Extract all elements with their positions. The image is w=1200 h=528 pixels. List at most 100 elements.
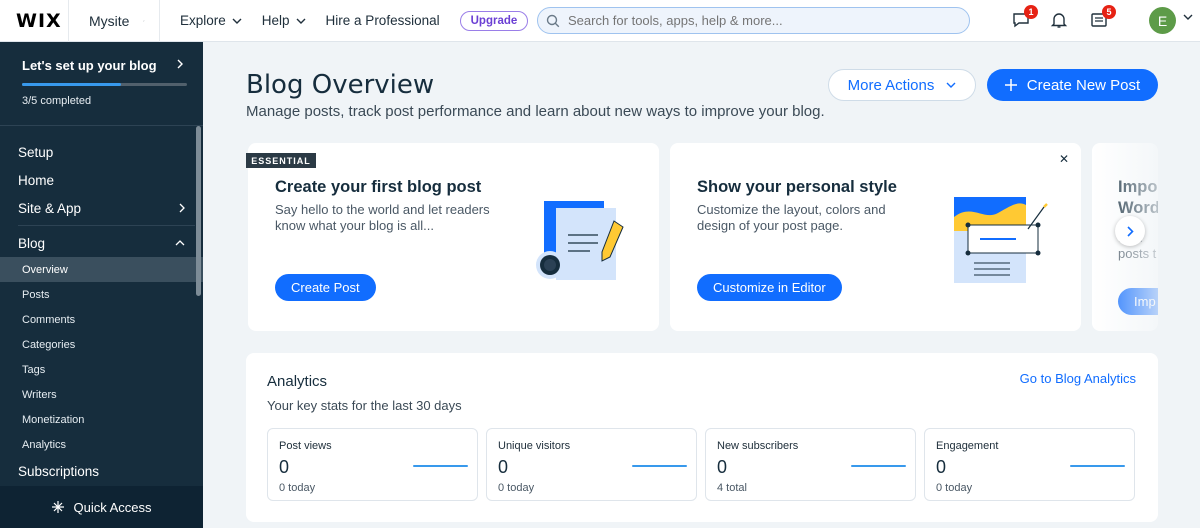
chevron-up-icon bbox=[175, 240, 185, 246]
card-text: Customize the layout, colors and design … bbox=[697, 202, 886, 233]
chevron-down-icon[interactable] bbox=[1183, 14, 1193, 20]
sidebar-item-blog[interactable]: Blog bbox=[0, 229, 203, 257]
help-menu[interactable]: Help bbox=[262, 13, 306, 28]
sidebar-item-categories[interactable]: Categories bbox=[0, 332, 203, 357]
messages-button[interactable]: 1 bbox=[1012, 5, 1038, 34]
avatar[interactable]: E bbox=[1149, 7, 1176, 34]
sidebar-item-monetization[interactable]: Monetization bbox=[0, 407, 203, 432]
more-actions-label: More Actions bbox=[847, 76, 935, 94]
sidebar-item-setup[interactable]: Setup bbox=[0, 138, 203, 166]
stat-trend-line bbox=[413, 465, 468, 467]
sidebar-item-tags[interactable]: Tags bbox=[0, 357, 203, 382]
sidebar-item-label: Setup bbox=[18, 144, 54, 160]
site-name: Mysite bbox=[89, 12, 130, 29]
sidebar-item-subscriptions[interactable]: Subscriptions bbox=[0, 457, 203, 485]
essential-badge: ESSENTIAL bbox=[246, 153, 316, 168]
stat-label: New subscribers bbox=[717, 440, 799, 452]
explore-menu[interactable]: Explore bbox=[180, 13, 242, 28]
setup-progress-bar bbox=[22, 83, 187, 86]
style-illustration bbox=[954, 197, 1048, 283]
setup-progress-fill bbox=[22, 83, 121, 86]
search-icon bbox=[546, 14, 560, 27]
wix-logo[interactable]: WIX bbox=[0, 10, 68, 32]
chevron-down-icon bbox=[296, 18, 306, 24]
top-bar: WIX Mysite Explore Help Hire a Professio… bbox=[0, 0, 1200, 42]
customize-in-editor-button[interactable]: Customize in Editor bbox=[697, 274, 842, 301]
sidebar-item-label: Subscriptions bbox=[18, 463, 100, 479]
sidebar-scrollbar[interactable] bbox=[196, 126, 201, 296]
chevron-right-icon bbox=[179, 203, 185, 213]
setup-title: Let's set up your blog bbox=[22, 58, 157, 73]
card-title: Create your first blog post bbox=[275, 178, 482, 196]
stat-subtext: 0 today bbox=[498, 482, 535, 494]
first-post-card: Create your first blog post Say hello to… bbox=[248, 143, 659, 331]
analytics-subtitle: Your key stats for the last 30 days bbox=[267, 398, 462, 413]
sidebar-item-overview[interactable]: Overview bbox=[0, 257, 203, 282]
updates-badge: 5 bbox=[1102, 5, 1116, 19]
search-input[interactable] bbox=[568, 13, 948, 28]
import-button[interactable]: Imp bbox=[1118, 288, 1158, 315]
upgrade-button[interactable]: Upgrade bbox=[459, 10, 529, 31]
notifications-button[interactable] bbox=[1050, 11, 1068, 34]
chevron-down-icon bbox=[143, 20, 145, 21]
stat-label: Engagement bbox=[936, 440, 999, 452]
stat-subtext: 4 total bbox=[717, 482, 747, 494]
stat-label: Post views bbox=[279, 440, 332, 452]
stat-value: 0 bbox=[279, 457, 290, 477]
setup-checklist[interactable]: Let's set up your blog 3/5 completed bbox=[0, 42, 203, 126]
sidebar-item-posts[interactable]: Posts bbox=[0, 282, 203, 307]
site-selector[interactable]: Mysite bbox=[68, 0, 160, 42]
carousel-next-button[interactable] bbox=[1115, 216, 1145, 246]
sidebar-item-analytics[interactable]: Analytics bbox=[0, 432, 203, 457]
analytics-panel: Analytics Your key stats for the last 30… bbox=[246, 353, 1158, 522]
chevron-down-icon bbox=[232, 18, 242, 24]
stat-subtext: 0 today bbox=[279, 482, 316, 494]
close-icon[interactable]: ✕ bbox=[1059, 152, 1069, 166]
card-title: Show your personal style bbox=[697, 178, 897, 196]
stat-card-unique-visitors[interactable]: Unique visitors 0 0 today bbox=[486, 428, 697, 501]
create-post-button[interactable]: Create Post bbox=[275, 274, 376, 301]
personal-style-card: Show your personal style Customize the l… bbox=[670, 143, 1081, 331]
create-new-post-button[interactable]: Create New Post bbox=[987, 69, 1158, 101]
sidebar-item-home[interactable]: Home bbox=[0, 166, 203, 194]
sidebar: Let's set up your blog 3/5 completed Set… bbox=[0, 42, 203, 528]
more-actions-button[interactable]: More Actions bbox=[828, 69, 976, 101]
hire-professional-link[interactable]: Hire a Professional bbox=[326, 13, 440, 28]
sidebar-item-comments[interactable]: Comments bbox=[0, 307, 203, 332]
create-new-post-label: Create New Post bbox=[1026, 76, 1141, 94]
search-bar[interactable] bbox=[537, 7, 970, 34]
stat-value: 0 bbox=[717, 457, 728, 477]
page-subtitle: Manage posts, track post performance and… bbox=[246, 103, 825, 120]
analytics-title: Analytics bbox=[267, 373, 328, 390]
quick-access-button[interactable]: Quick Access bbox=[0, 486, 203, 528]
explore-label: Explore bbox=[180, 13, 226, 28]
stat-trend-line bbox=[1070, 465, 1125, 467]
help-label: Help bbox=[261, 13, 290, 28]
chevron-right-icon bbox=[177, 59, 183, 69]
sidebar-item-label: Blog bbox=[18, 235, 46, 251]
updates-button[interactable]: 5 bbox=[1090, 5, 1116, 34]
stat-value: 0 bbox=[936, 457, 947, 477]
bell-icon bbox=[1050, 13, 1068, 28]
setup-progress-text: 3/5 completed bbox=[22, 95, 92, 107]
blog-post-illustration bbox=[536, 201, 624, 280]
sidebar-item-label: Home bbox=[18, 172, 55, 188]
plus-icon bbox=[1004, 79, 1017, 91]
stat-card-post-views[interactable]: Post views 0 0 today bbox=[267, 428, 478, 501]
divider bbox=[18, 225, 195, 226]
stat-card-new-subscribers[interactable]: New subscribers 0 4 total bbox=[705, 428, 916, 501]
chevron-down-icon bbox=[946, 82, 956, 88]
chevron-right-icon bbox=[1126, 225, 1134, 237]
stat-trend-line bbox=[851, 465, 906, 467]
page-title: Blog Overview bbox=[246, 70, 435, 100]
stat-label: Unique visitors bbox=[498, 440, 571, 452]
sidebar-item-writers[interactable]: Writers bbox=[0, 382, 203, 407]
stat-card-engagement[interactable]: Engagement 0 0 today bbox=[924, 428, 1135, 501]
quick-access-label: Quick Access bbox=[73, 499, 152, 515]
go-to-blog-analytics-link[interactable]: Go to Blog Analytics bbox=[1020, 371, 1136, 386]
stat-subtext: 0 today bbox=[936, 482, 973, 494]
messages-badge: 1 bbox=[1024, 5, 1038, 19]
sparkle-icon bbox=[52, 501, 65, 513]
sidebar-item-site-app[interactable]: Site & App bbox=[0, 194, 203, 222]
sidebar-item-label: Site & App bbox=[18, 200, 82, 216]
